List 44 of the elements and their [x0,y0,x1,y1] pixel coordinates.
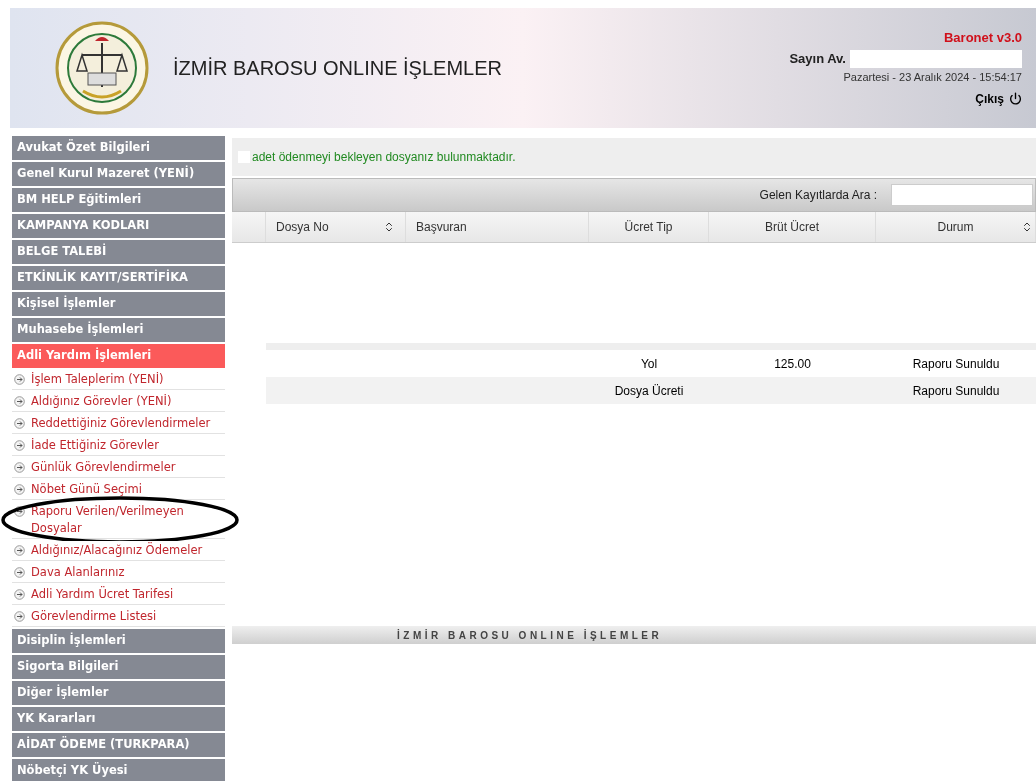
menu-section[interactable]: BM HELP Eğitimleri [12,188,225,212]
search-label: Gelen Kayıtlarda Ara : [759,187,877,204]
search-field[interactable] [891,184,1033,206]
menu-section[interactable]: Muhasebe İşlemleri [12,318,225,342]
menu-link[interactable]: Reddettiğiniz Görevlendirmeler [31,415,211,432]
menu-section[interactable]: Adli Yardım İşlemleri [12,344,225,368]
menu-link[interactable]: Görevlendirme Listesi [31,608,157,625]
column-header[interactable]: Durum [876,212,1036,242]
column-header[interactable]: Başvuran [406,212,589,242]
table-cell-text: Raporu Sunuldu [912,382,1000,400]
menu-section[interactable]: Nöbetçi YK Üyesi [12,759,225,781]
menu-section[interactable]: Genel Kurul Mazeret (YENİ) [12,162,225,186]
menu-link[interactable]: Günlük Görevlendirmeler [31,459,176,476]
menu-section[interactable]: Sigorta Bilgileri [12,655,225,679]
column-header[interactable]: Brüt Ücret [709,212,876,242]
notice-text: adet ödenmeyi bekleyen dosyanız bulunmaktadır. [252,149,516,166]
table-cell-text: Yol [640,355,658,373]
power-icon [1009,92,1022,106]
menu-section[interactable]: Kişisel İşlemler [12,292,225,316]
menu-section[interactable]: ETKİNLİK KAYIT/SERTİFİKA [12,266,225,290]
menu-section[interactable]: YK Kararları [12,707,225,731]
menu-section[interactable]: Disiplin İşlemleri [12,629,225,653]
version-label: Baronet v3.0 [943,29,1022,48]
menu-link[interactable]: Dava Alanlarınız [31,564,125,581]
menu-link[interactable]: Aldığınız Görevler (YENİ) [31,393,172,410]
menu-section[interactable]: BELGE TALEBİ [12,240,225,264]
table-cell-text: Raporu Sunuldu [912,355,1000,373]
menu-section[interactable]: Diğer İşlemler [12,681,225,705]
logout-button[interactable]: Çıkış [975,89,1022,108]
footer-text: İZMİR BAROSU ONLINE İŞLEMLER [397,628,663,643]
menu-link[interactable]: Adli Yardım Ücret Tarifesi [31,586,174,603]
menu-link[interactable]: İade Ettiğiniz Görevler [31,437,159,454]
column-header[interactable]: Ücret Tip [589,212,709,242]
menu-section[interactable]: KAMPANYA KODLARI [12,214,225,238]
menu-link[interactable]: Nöbet Günü Seçimi [31,481,142,498]
menu-section[interactable]: AİDAT ÖDEME (TURKPARA) [12,733,225,757]
greeting-text: Sayın Av. [789,49,846,68]
menu-link[interactable]: İşlem Taleplerim (YENİ) [31,371,164,388]
site-title: İZMİR BAROSU ONLINE İŞLEMLER [173,56,502,81]
date-time: Pazartesi - 23 Aralık 2024 - 15:54:17 [843,70,1022,86]
column-header[interactable]: Dosya No [266,212,406,242]
table-cell-text: Dosya Ücreti [614,382,684,400]
table-cell-text: 125.00 [774,355,811,373]
menu-section[interactable]: Avukat Özet Bilgileri [12,136,225,160]
